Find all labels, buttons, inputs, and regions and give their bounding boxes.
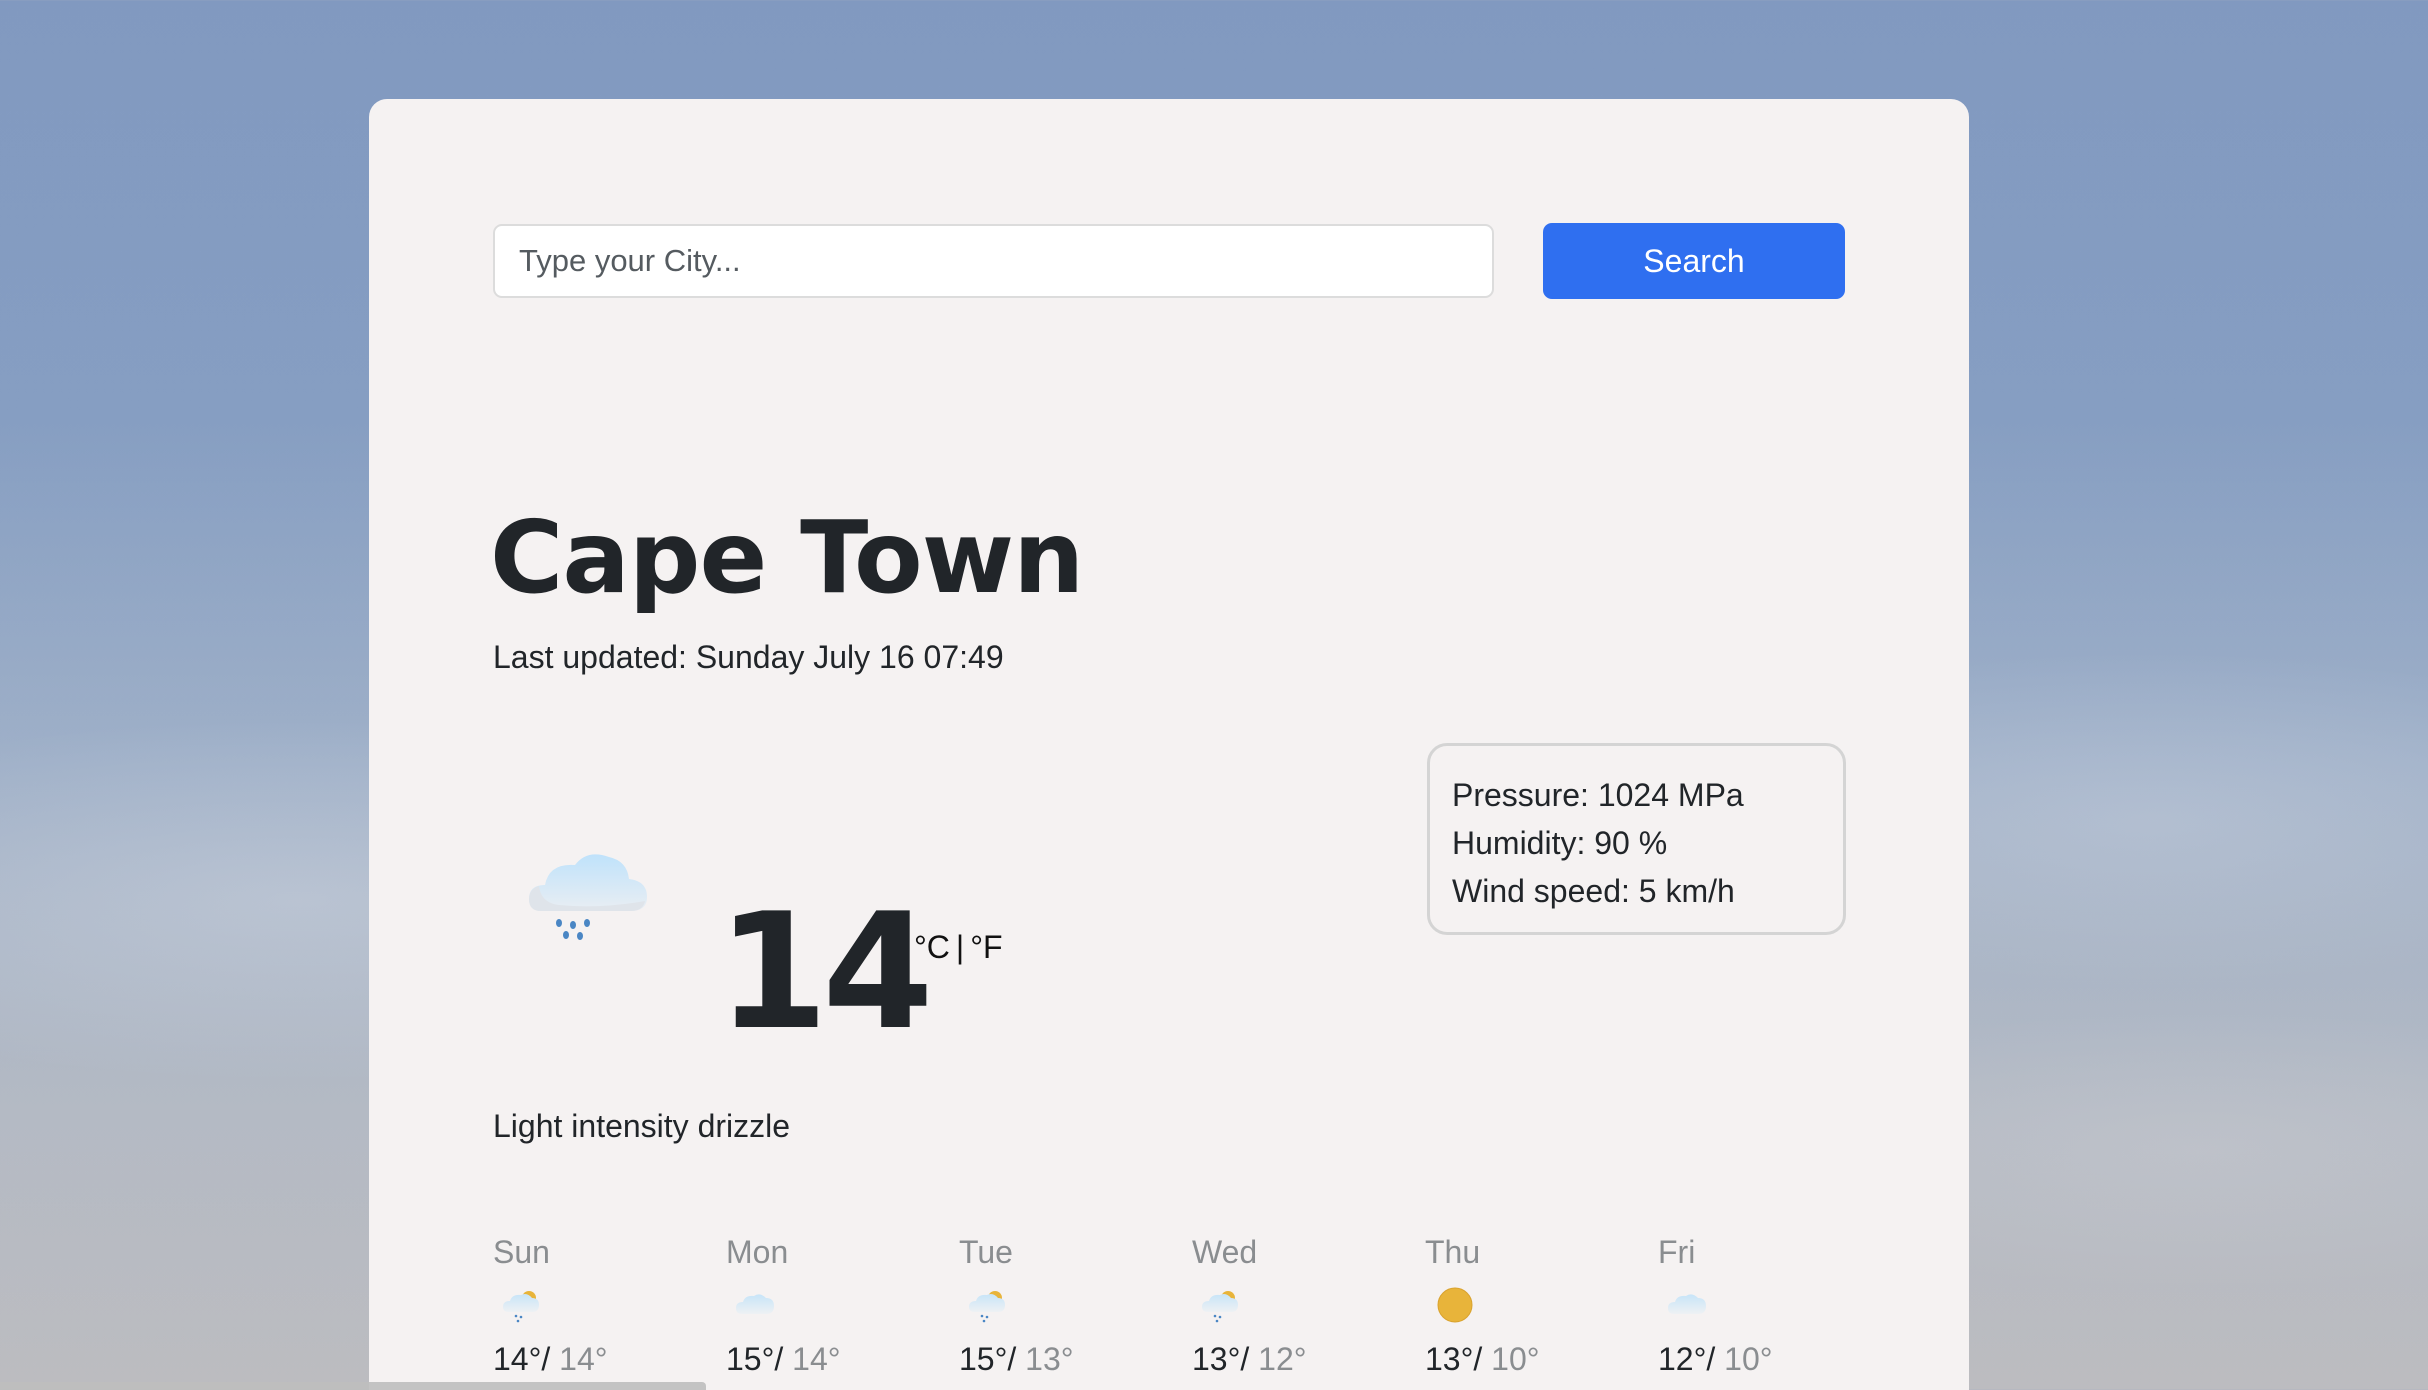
- search-button[interactable]: Search: [1543, 223, 1845, 299]
- forecast-temps: 12°/ 10°: [1658, 1341, 1773, 1378]
- forecast-max-temp: 12°/: [1658, 1341, 1716, 1377]
- sun-rain-cloud-icon: [1200, 1286, 1244, 1324]
- forecast-temps: 15°/ 13°: [959, 1341, 1074, 1378]
- cloud-icon: [734, 1286, 778, 1324]
- forecast-max-temp: 13°/: [1425, 1341, 1483, 1377]
- fahrenheit-link[interactable]: °F: [970, 929, 1002, 965]
- unit-toggle: °C | °F: [914, 929, 1003, 966]
- forecast-max-temp: 15°/: [959, 1341, 1017, 1377]
- sun-icon: [1433, 1286, 1477, 1324]
- forecast-min-temp: 10°: [1724, 1341, 1773, 1377]
- wind-speed-value: Wind speed: 5 km/h: [1452, 873, 1735, 909]
- unit-separator: |: [955, 929, 965, 965]
- forecast-day-sun: Sun 14°/ 14°: [493, 1234, 693, 1377]
- forecast-temps: 14°/ 14°: [493, 1341, 608, 1378]
- forecast-day-name: Wed: [1192, 1234, 1258, 1270]
- weather-details-box: Pressure: 1024 MPa Humidity: 90 % Wind s…: [1427, 743, 1846, 935]
- horizontal-scrollbar[interactable]: [0, 1382, 706, 1390]
- forecast-day-tue: Tue 15°/ 13°: [959, 1234, 1159, 1377]
- forecast-temps: 13°/ 12°: [1192, 1341, 1307, 1378]
- rain-cloud-icon: [519, 839, 659, 949]
- forecast-min-temp: 13°: [1025, 1341, 1074, 1377]
- forecast-max-temp: 13°/: [1192, 1341, 1250, 1377]
- weather-description: Light intensity drizzle: [493, 1108, 791, 1144]
- forecast-max-temp: 14°/: [493, 1341, 551, 1377]
- forecast-day-name: Fri: [1658, 1234, 1696, 1270]
- forecast-max-temp: 15°/: [726, 1341, 784, 1377]
- forecast-day-fri: Fri 12°/ 10°: [1658, 1234, 1858, 1377]
- forecast-min-temp: 14°: [792, 1341, 841, 1377]
- forecast-min-temp: 14°: [559, 1341, 608, 1377]
- celsius-link[interactable]: °C: [914, 929, 950, 965]
- forecast-day-name: Mon: [726, 1234, 789, 1270]
- forecast-day-name: Tue: [959, 1234, 1013, 1270]
- city-search-input[interactable]: [493, 224, 1494, 298]
- forecast-day-wed: Wed 13°/ 12°: [1192, 1234, 1392, 1377]
- forecast-temps: 13°/ 10°: [1425, 1341, 1540, 1378]
- current-temperature: 14: [717, 878, 934, 1065]
- weather-card: Search Cape Town Last updated: Sunday Ju…: [369, 99, 1969, 1390]
- forecast-day-name: Sun: [493, 1234, 550, 1270]
- forecast-day-thu: Thu 13°/ 10°: [1425, 1234, 1625, 1377]
- sun-rain-cloud-icon: [501, 1286, 545, 1324]
- forecast-min-temp: 12°: [1258, 1341, 1307, 1377]
- forecast-min-temp: 10°: [1491, 1341, 1540, 1377]
- forecast-temps: 15°/ 14°: [726, 1341, 841, 1378]
- last-updated: Last updated: Sunday July 16 07:49: [493, 639, 1004, 675]
- forecast-day-name: Thu: [1425, 1234, 1481, 1270]
- cloud-icon: [1666, 1286, 1710, 1324]
- sun-rain-cloud-icon: [967, 1286, 1011, 1324]
- city-name: Cape Town: [490, 499, 1084, 616]
- forecast-day-mon: Mon 15°/ 14°: [726, 1234, 926, 1377]
- humidity-value: Humidity: 90 %: [1452, 825, 1668, 861]
- pressure-value: Pressure: 1024 MPa: [1452, 777, 1744, 813]
